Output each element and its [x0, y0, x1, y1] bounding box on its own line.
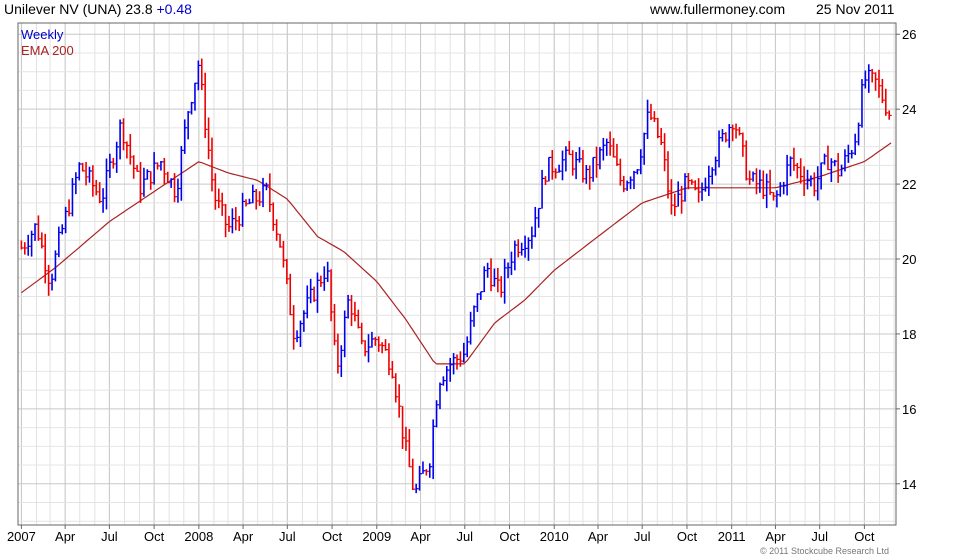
x-tick-label: Apr	[55, 529, 76, 544]
x-tick-label: Apr	[765, 529, 786, 544]
x-tick-label: Jul	[634, 529, 651, 544]
y-tick-label: 20	[902, 252, 916, 267]
x-tick-label: Jul	[456, 529, 473, 544]
y-tick-label: 26	[902, 27, 916, 42]
x-tick-label: Jul	[279, 529, 296, 544]
x-tick-label: Apr	[233, 529, 254, 544]
y-tick-label: 22	[902, 177, 916, 192]
x-tick-label: Oct	[144, 529, 165, 544]
x-tick-label: 2010	[540, 529, 569, 544]
y-tick-label: 14	[902, 477, 916, 492]
x-tick-label: 2009	[362, 529, 391, 544]
x-tick-label: Apr	[588, 529, 609, 544]
y-tick-label: 16	[902, 402, 916, 417]
plot-frame	[17, 22, 897, 526]
x-tick-label: Jul	[811, 529, 828, 544]
x-tick-label: Oct	[499, 529, 520, 544]
x-tick-label: Apr	[410, 529, 431, 544]
legend-entry: EMA 200	[21, 43, 74, 58]
x-tick-label: Oct	[322, 529, 343, 544]
y-tick-label: 18	[902, 327, 916, 342]
x-tick-label: 2011	[718, 529, 746, 544]
y-tick-label: 24	[902, 102, 916, 117]
x-tick-label: Jul	[101, 529, 118, 544]
x-tick-label: Oct	[854, 529, 875, 544]
x-tick-label: Oct	[677, 529, 698, 544]
x-tick-label: 2007	[7, 529, 36, 544]
price-chart: 14 16 18 20 22 24 26 2007 Apr Jul Oct 2008 Apr Jul Oct…	[7, 22, 916, 544]
x-tick-label: 2008	[184, 529, 213, 544]
copyright-notice: © 2011 Stockcube Research Ltd	[760, 546, 890, 556]
legend-entry: Weekly	[21, 27, 64, 42]
